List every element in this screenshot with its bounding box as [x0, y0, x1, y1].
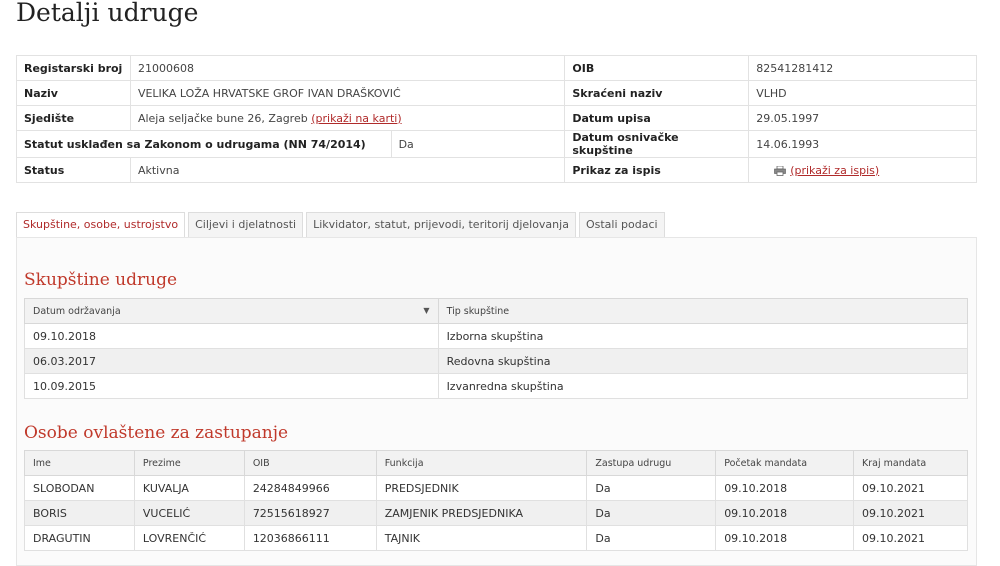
person-mandate-end: 09.10.2021 — [853, 475, 968, 501]
printer-icon[interactable] — [774, 165, 787, 176]
sort-down-icon[interactable]: ▼ — [423, 306, 429, 315]
assembly-type: Izvanredna skupština — [437, 373, 969, 399]
label-status: Status — [16, 157, 131, 183]
person-mandate-start: 09.10.2018 — [715, 525, 855, 551]
person-last-name: KUVALJA — [133, 475, 245, 501]
person-mandate-end: 09.10.2021 — [853, 525, 968, 551]
value-registarski-broj: 21000608 — [129, 55, 566, 81]
print-view-link[interactable]: (prikaži za ispis) — [790, 164, 879, 177]
details-table: Registarski broj 21000608 OIB 8254128141… — [16, 55, 977, 183]
tab-ostali-podaci[interactable]: Ostali podaci — [578, 212, 665, 238]
column-header-label: Datum održavanja — [33, 305, 121, 317]
person-oib: 12036866111 — [243, 525, 377, 551]
print-cell: (prikaži za ispis) — [748, 157, 977, 183]
person-first-name: SLOBODAN — [24, 475, 135, 501]
table-row: 06.03.2017 Redovna skupština — [24, 348, 969, 374]
person-function: ZAMJENIK PREDSJEDNIKA — [375, 500, 588, 526]
value-naziv: VELIKA LOŽA HRVATSKE GROF IVAN DRAŠKOVIĆ — [129, 80, 566, 106]
label-datum-upisa: Datum upisa — [564, 105, 750, 131]
label-statut: Statut usklađen sa Zakonom o udrugama (N… — [16, 130, 392, 158]
value-status: Aktivna — [129, 157, 566, 183]
person-first-name: DRAGUTIN — [24, 525, 135, 551]
person-represents: Da — [586, 525, 717, 551]
details-row: Status Aktivna Prikaz za ispis (prikaži … — [16, 157, 977, 183]
table-row: 09.10.2018 Izborna skupština — [24, 323, 969, 349]
person-represents: Da — [586, 500, 717, 526]
column-header-prezime[interactable]: Prezime — [133, 450, 245, 476]
column-header-tip[interactable]: Tip skupštine — [437, 298, 969, 324]
column-header-pocetak-mandata[interactable]: Početak mandata — [715, 450, 855, 476]
table-header-row: Ime Prezime OIB Funkcija Zastupa udrugu … — [24, 450, 968, 476]
table-row: 10.09.2015 Izvanredna skupština — [24, 373, 969, 399]
person-mandate-start: 09.10.2018 — [715, 500, 855, 526]
details-row: Naziv VELIKA LOŽA HRVATSKE GROF IVAN DRA… — [16, 80, 977, 106]
column-header-zastupa-udrugu[interactable]: Zastupa udrugu — [586, 450, 717, 476]
assemblies-table: Datum održavanja ▼ Tip skupštine 09.10.20… — [24, 298, 969, 399]
value-skraceni-naziv: VLHD — [748, 80, 977, 106]
assemblies-title: Skupštine udruge — [24, 270, 178, 290]
value-statut: Da — [390, 130, 566, 158]
assembly-date: 10.09.2015 — [24, 373, 439, 399]
value-datum-upisa: 29.05.1997 — [748, 105, 977, 131]
tab-ciljevi-i-djelatnosti[interactable]: Ciljevi i djelatnosti — [188, 212, 304, 238]
table-row: DRAGUTIN LOVRENČIĆ 12036866111 TAJNIK Da… — [24, 525, 968, 551]
assembly-type: Izborna skupština — [437, 323, 969, 349]
label-skraceni-naziv: Skraćeni naziv — [564, 80, 750, 106]
persons-title: Osobe ovlaštene za zastupanje — [24, 423, 289, 443]
person-first-name: BORIS — [24, 500, 135, 526]
table-row: SLOBODAN KUVALJA 24284849966 PREDSJEDNIK… — [24, 475, 968, 501]
show-on-map-link[interactable]: (prikaži na karti) — [311, 112, 401, 125]
column-header-ime[interactable]: Ime — [24, 450, 135, 476]
column-header-datum[interactable]: Datum održavanja ▼ — [24, 298, 439, 324]
person-mandate-end: 09.10.2021 — [853, 500, 968, 526]
label-naziv: Naziv — [16, 80, 131, 106]
person-mandate-start: 09.10.2018 — [715, 475, 855, 501]
person-function: PREDSJEDNIK — [375, 475, 588, 501]
assembly-date: 06.03.2017 — [24, 348, 439, 374]
column-header-funkcija[interactable]: Funkcija — [375, 450, 588, 476]
person-oib: 72515618927 — [243, 500, 377, 526]
assembly-type: Redovna skupština — [437, 348, 969, 374]
table-header-row: Datum održavanja ▼ Tip skupštine — [24, 298, 969, 324]
label-registarski-broj: Registarski broj — [16, 55, 131, 81]
person-oib: 24284849966 — [243, 475, 377, 501]
tab-skupstine-osobe-ustrojstvo[interactable]: Skupštine, osobe, ustrojstvo — [16, 212, 186, 238]
value-sjediste: Aleja seljačke bune 26, Zagreb — [137, 111, 308, 125]
tab-likvidator-statut[interactable]: Likvidator, statut, prijevodi, teritorij… — [306, 212, 576, 238]
persons-table: Ime Prezime OIB Funkcija Zastupa udrugu … — [24, 450, 968, 551]
label-datum-osnivacke-skupstine: Datum osnivačke skupštine — [564, 130, 750, 158]
value-datum-osnivacke-skupstine: 14.06.1993 — [748, 130, 977, 158]
person-last-name: LOVRENČIĆ — [133, 525, 245, 551]
person-last-name: VUCELIĆ — [133, 500, 245, 526]
label-oib: OIB — [564, 55, 750, 81]
details-row: Registarski broj 21000608 OIB 8254128141… — [16, 55, 977, 81]
column-header-oib[interactable]: OIB — [243, 450, 377, 476]
person-represents: Da — [586, 475, 717, 501]
details-row: Statut usklađen sa Zakonom o udrugama (N… — [16, 130, 977, 158]
label-sjediste: Sjedište — [16, 105, 131, 131]
value-sjediste-cell: Aleja seljačke bune 26, Zagreb (prikaži … — [129, 105, 566, 131]
assembly-date: 09.10.2018 — [24, 323, 439, 349]
details-row: Sjedište Aleja seljačke bune 26, Zagreb … — [16, 105, 977, 131]
column-header-kraj-mandata[interactable]: Kraj mandata — [853, 450, 968, 476]
page-title: Detalji udruge — [16, 0, 199, 27]
table-row: BORIS VUCELIĆ 72515618927 ZAMJENIK PREDS… — [24, 500, 968, 526]
tab-bar: Skupštine, osobe, ustrojstvo Ciljevi i d… — [16, 212, 668, 238]
value-oib: 82541281412 — [748, 55, 977, 81]
person-function: TAJNIK — [375, 525, 588, 551]
label-prikaz-za-ispis: Prikaz za ispis — [564, 157, 750, 183]
